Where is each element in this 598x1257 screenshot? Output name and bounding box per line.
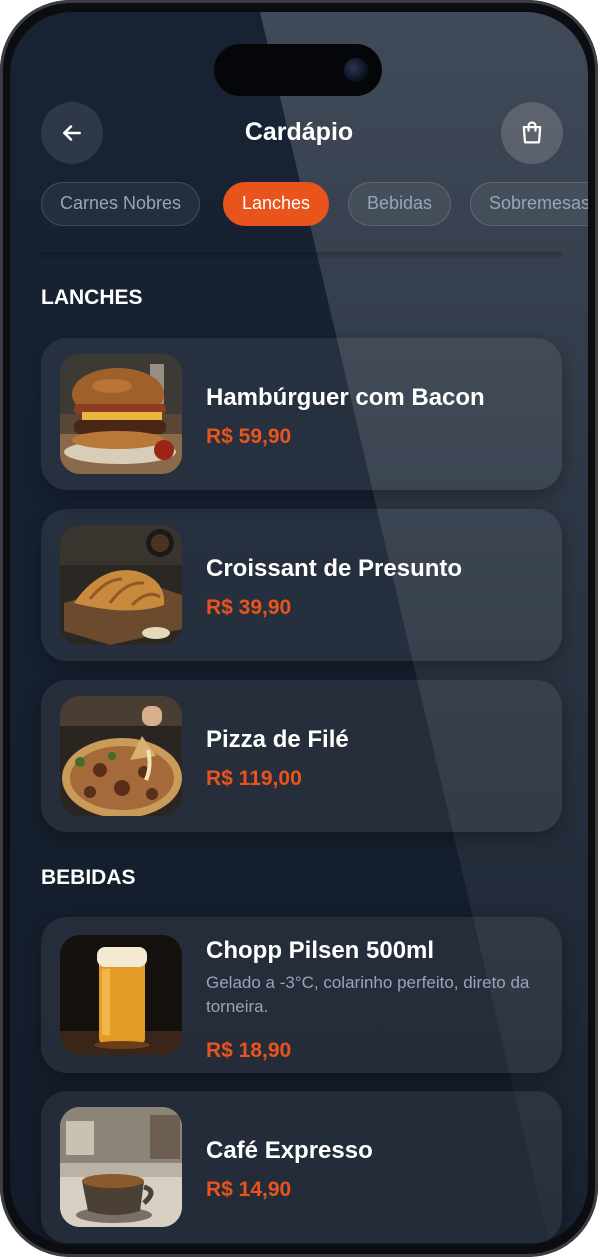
menu-item-card[interactable]: Café Expresso R$ 14,90 — [41, 1091, 562, 1243]
item-name: Pizza de Filé — [206, 726, 349, 753]
header-bar: Cardápio — [10, 102, 588, 166]
item-name: Chopp Pilsen 500ml — [206, 937, 435, 964]
item-price: R$ 18,90 — [206, 1039, 292, 1062]
item-photo-croissant — [60, 525, 182, 645]
tab-carnes-nobres[interactable]: Carnes Nobres — [41, 182, 201, 226]
item-photo-chopp — [60, 935, 182, 1055]
section-title-lanches: LANCHES — [41, 286, 143, 309]
item-price: R$ 39,90 — [206, 596, 292, 619]
item-photo-burger — [60, 354, 182, 474]
menu-item-card[interactable]: Croissant de Presunto R$ 39,90 — [41, 509, 562, 661]
cart-button[interactable] — [501, 102, 563, 164]
tab-lanches[interactable]: Lanches — [223, 182, 330, 226]
item-price: R$ 119,00 — [206, 767, 302, 790]
item-description: Gelado a -3°C, colarinho perfeito, diret… — [206, 973, 530, 1016]
menu-item-card[interactable]: Chopp Pilsen 500ml Gelado a -3°C, colari… — [41, 917, 562, 1073]
item-name: Café Expresso — [206, 1137, 373, 1164]
shopping-bag-icon — [522, 121, 542, 144]
dynamic-island — [214, 44, 382, 96]
item-price: R$ 59,90 — [206, 425, 292, 448]
phone-frame: Cardápio Carnes Nobres Lanches Bebidas S… — [0, 0, 598, 1257]
section-title-bebidas: BEBIDAS — [41, 866, 136, 889]
item-price: R$ 14,90 — [206, 1178, 292, 1201]
tab-bebidas[interactable]: Bebidas — [348, 182, 452, 226]
menu-item-card[interactable]: Hambúrguer com Bacon R$ 59,90 — [41, 338, 562, 490]
item-name: Croissant de Presunto — [206, 555, 463, 582]
header-divider — [41, 252, 561, 260]
menu-item-card[interactable]: Pizza de Filé R$ 119,00 — [41, 680, 562, 832]
item-photo-cafe — [60, 1107, 182, 1227]
item-name: Hambúrguer com Bacon — [206, 384, 485, 411]
item-photo-pizza — [60, 696, 182, 816]
front-camera — [344, 58, 368, 82]
tab-sobremesas[interactable]: Sobremesas — [470, 182, 588, 226]
app-screen: Cardápio Carnes Nobres Lanches Bebidas S… — [10, 12, 588, 1245]
